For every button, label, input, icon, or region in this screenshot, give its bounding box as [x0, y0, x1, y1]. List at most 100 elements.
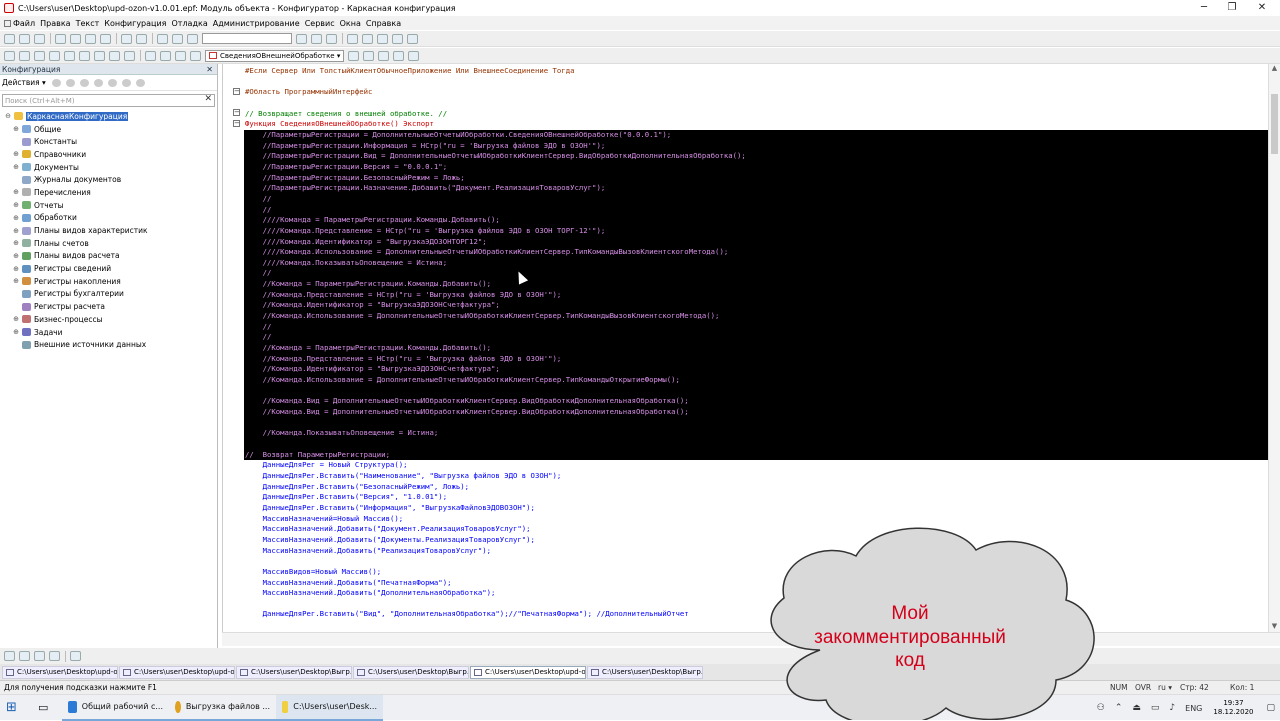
tree-item[interactable]: Регистры бухгалтерии	[0, 288, 217, 301]
window-tab[interactable]: C:\Users\user\Desktop\upd-o...	[119, 665, 235, 679]
menu-service[interactable]: Сервис	[305, 19, 335, 28]
tree-item[interactable]: Внешние источники данных	[0, 338, 217, 351]
window-tab[interactable]: C:\Users\user\Desktop\Выгр...	[587, 665, 703, 679]
step-icon[interactable]	[124, 50, 135, 61]
next-bookmark-icon[interactable]	[378, 50, 390, 61]
bookmark-icon[interactable]	[363, 50, 375, 61]
undo-icon[interactable]	[157, 33, 168, 44]
tree-item[interactable]: Константы	[0, 135, 217, 148]
menu-text[interactable]: Текст	[76, 19, 100, 28]
cascade-icon[interactable]	[34, 651, 45, 661]
scroll-down-icon[interactable]: ▼	[1269, 622, 1280, 632]
expand-toggle-icon[interactable]: ⊕	[12, 265, 20, 273]
replace-icon[interactable]	[326, 33, 337, 44]
clock[interactable]: 19:37 18.12.2020	[1213, 699, 1253, 717]
tree-item[interactable]: ⊕ Регистры накопления	[0, 275, 217, 288]
code-editor[interactable]: − − − #Если Сервер Или ТолстыйКлиентОбыч…	[222, 64, 1268, 632]
start-button[interactable]: ⊞	[0, 695, 32, 721]
tree-search-field[interactable]: Поиск (Ctrl+Alt+M) ✕	[2, 94, 215, 107]
taskbar-app-chrome[interactable]: Выгрузка файлов ...	[169, 695, 276, 721]
scroll-up-icon[interactable]: ▲	[1269, 64, 1280, 74]
tree-item[interactable]: ⊕ Планы счетов	[0, 237, 217, 250]
expand-toggle-icon[interactable]: ⊖	[4, 112, 12, 120]
fold-toggle[interactable]: −	[233, 88, 240, 95]
menu-edit[interactable]: Правка	[40, 19, 70, 28]
tree-item[interactable]: ⊕ Справочники	[0, 148, 217, 161]
prev-bookmark-icon[interactable]	[393, 50, 405, 61]
window-list-icon[interactable]	[4, 651, 15, 661]
syntax-check-icon[interactable]	[377, 33, 388, 44]
language-selector[interactable]: ru ▾	[1158, 683, 1172, 692]
tree-item[interactable]: ⊕ Отчеты	[0, 199, 217, 212]
chevron-up-icon[interactable]: ⌃	[1115, 703, 1123, 713]
move-icon[interactable]	[64, 50, 75, 61]
panel-close-icon[interactable]: ✕	[206, 65, 213, 74]
tree-item[interactable]: Журналы документов	[0, 173, 217, 186]
procedure-selector[interactable]: СведенияОВнешнейОбработке ▾	[205, 49, 345, 62]
network-icon[interactable]: ▭	[1151, 703, 1160, 713]
stop-icon[interactable]	[94, 50, 105, 61]
volume-icon[interactable]: ♪	[1169, 703, 1175, 713]
scrollbar-thumb[interactable]	[1271, 94, 1278, 154]
clear-search-icon[interactable]: ✕	[204, 94, 212, 104]
tree-item[interactable]: ⊕ Документы	[0, 161, 217, 174]
find-next-icon[interactable]	[296, 33, 307, 44]
outdent-icon[interactable]	[190, 50, 201, 61]
tree-item[interactable]: ⊕ Планы видов расчета	[0, 250, 217, 263]
keyboard-language[interactable]: ENG	[1185, 704, 1202, 713]
debug-icon[interactable]	[362, 33, 373, 44]
menu-windows[interactable]: Окна	[340, 19, 361, 28]
restore-button[interactable]: ❐	[1218, 0, 1246, 16]
paste-icon[interactable]	[85, 33, 96, 44]
help-icon[interactable]	[407, 33, 418, 44]
print-icon[interactable]	[121, 33, 132, 44]
expand-toggle-icon[interactable]: ⊕	[12, 125, 20, 133]
go-to-icon[interactable]	[348, 50, 360, 61]
tree-item[interactable]: ⊕ Обработки	[0, 212, 217, 225]
menu-administration[interactable]: Администрирование	[213, 19, 300, 28]
sort-icon[interactable]	[121, 78, 131, 87]
delete-icon[interactable]	[100, 33, 111, 44]
expand-toggle-icon[interactable]: ⊕	[12, 328, 20, 336]
tile-icon[interactable]	[19, 651, 30, 661]
expand-toggle-icon[interactable]: ⊕	[12, 188, 20, 196]
open-icon[interactable]	[19, 33, 30, 44]
window-icon[interactable]	[347, 33, 358, 44]
save-icon[interactable]	[34, 33, 45, 44]
notifications-icon[interactable]: ▢	[1266, 703, 1275, 713]
fold-toggle[interactable]: −	[233, 109, 240, 116]
tree-item[interactable]: ⊕ Общие	[0, 123, 217, 136]
clear-bookmarks-icon[interactable]	[408, 50, 420, 61]
minimize-button[interactable]: ─	[1190, 0, 1218, 16]
tree-item[interactable]: Регистры расчета	[0, 300, 217, 313]
tree-item[interactable]: ⊖ КаркаснаяКонфигурация	[0, 110, 217, 123]
tree-item[interactable]: ⊕ Регистры сведений	[0, 262, 217, 275]
move-up-icon[interactable]	[93, 78, 103, 87]
vertical-scrollbar[interactable]: ▲ ▼	[1268, 64, 1280, 632]
grid-icon[interactable]	[19, 50, 30, 61]
new-icon[interactable]	[4, 33, 15, 44]
expand-toggle-icon[interactable]: ⊕	[12, 214, 20, 222]
task-view-icon[interactable]: ▭	[32, 695, 62, 721]
expand-toggle-icon[interactable]: ⊕	[12, 277, 20, 285]
tree-item[interactable]: ⊕ Планы видов характеристик	[0, 224, 217, 237]
menu-configuration[interactable]: Конфигурация	[104, 19, 166, 28]
expand-toggle-icon[interactable]: ⊕	[12, 227, 20, 235]
window-tab[interactable]: C:\Users\user\Desktop\upd-o...	[2, 665, 118, 679]
cut-icon[interactable]	[55, 33, 66, 44]
module-icon[interactable]	[392, 33, 403, 44]
tree-item[interactable]: ⊕ Бизнес-процессы	[0, 313, 217, 326]
preview-icon[interactable]	[136, 33, 147, 44]
close-button[interactable]: ✕	[1248, 0, 1276, 16]
refresh-icon[interactable]	[70, 651, 81, 661]
actions-menu[interactable]: Действия ▾	[2, 78, 46, 87]
indent-icon[interactable]	[175, 50, 186, 61]
expand-toggle-icon[interactable]: ⊕	[12, 315, 20, 323]
comment-icon[interactable]	[145, 50, 156, 61]
fold-toggle[interactable]: −	[233, 120, 240, 127]
window-tab[interactable]: C:\Users\user\Desktop\upd-o...	[470, 665, 586, 679]
tree-item[interactable]: ⊕ Задачи	[0, 326, 217, 339]
edit-icon[interactable]	[65, 78, 75, 87]
filter-icon[interactable]	[135, 78, 145, 87]
list-icon[interactable]	[4, 50, 15, 61]
